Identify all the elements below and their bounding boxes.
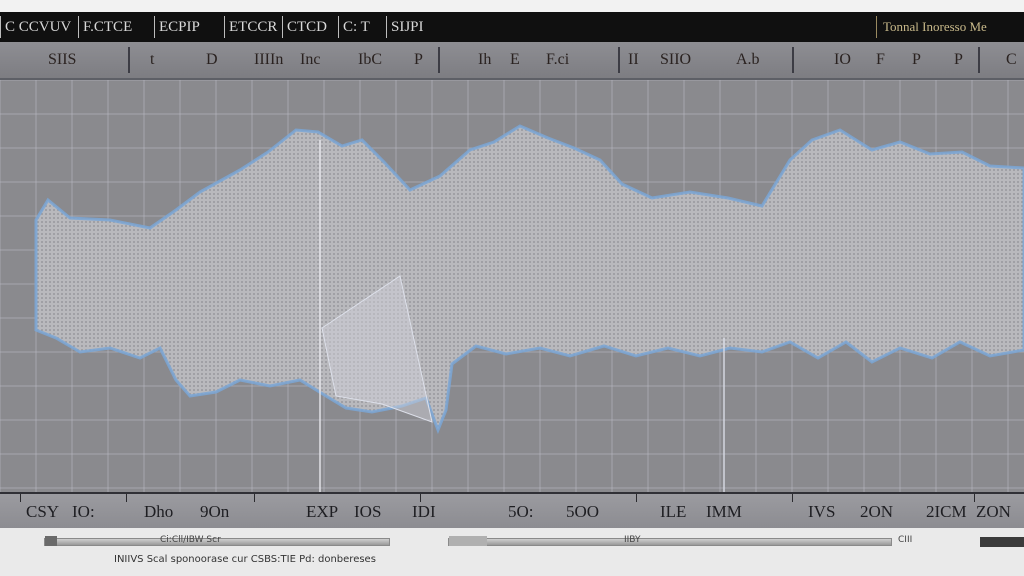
time-axis: CSY IO: Dho 9On EXP IOS IDI 5O: 5OO ILE … xyxy=(0,492,1024,528)
toolbar: SIIS t D IIIIn Inc IbC P Ih E F.ci II SI… xyxy=(0,42,1024,80)
toolbar-separator xyxy=(618,47,620,73)
scroll-end-block[interactable] xyxy=(980,537,1024,547)
axis-tick xyxy=(636,494,637,502)
axis-tick-label: ILE xyxy=(660,502,687,521)
status-text: INIIVS Scal sponoorase cur CSBS:TIE Pd: … xyxy=(114,554,376,565)
axis-tick-label: 2ON xyxy=(860,502,894,521)
toolbar-item-2[interactable]: t xyxy=(150,48,154,72)
toolbar-item-1[interactable]: SIIS xyxy=(48,48,76,72)
waveform-plot[interactable] xyxy=(0,80,1024,492)
waveform-envelope xyxy=(34,124,1024,435)
toolbar-item-6[interactable]: IbC xyxy=(358,48,382,72)
toolbar-item-3[interactable]: D xyxy=(206,48,218,72)
toolbar-item-12[interactable]: SIIO xyxy=(660,48,691,72)
status-bar: Ci:Cll/IBW Scr IIBY CIII INIIVS Scal spo… xyxy=(0,528,1024,576)
title-segment-5[interactable]: CTCD xyxy=(282,16,336,38)
axis-tick xyxy=(126,494,127,502)
toolbar-item-10[interactable]: F.ci xyxy=(546,48,569,72)
axis-tick-label: CSY xyxy=(26,502,60,521)
toolbar-item-8[interactable]: Ih xyxy=(478,48,491,72)
left-slider-label: Ci:Cll/IBW Scr xyxy=(160,535,221,545)
title-segment-7[interactable]: SIJPI xyxy=(386,16,440,38)
title-segment-2[interactable]: F.CTCE xyxy=(78,16,152,38)
right-slider-label: CIII xyxy=(898,535,913,545)
toolbar-item-5[interactable]: Inc xyxy=(300,48,320,72)
title-segment-4[interactable]: ETCCR xyxy=(224,16,280,38)
axis-tick xyxy=(254,494,255,502)
title-segment-3[interactable]: ECPIP xyxy=(154,16,222,38)
slider-handle[interactable] xyxy=(449,536,487,546)
toolbar-item-17[interactable]: P xyxy=(954,48,963,72)
toolbar-item-7[interactable]: P xyxy=(414,48,423,72)
title-bar: C CCVUV F.CTCE ECPIP ETCCR CTCD C: T SIJ… xyxy=(0,12,1024,42)
axis-tick-label: Dho xyxy=(144,502,174,521)
toolbar-item-13[interactable]: A.b xyxy=(736,48,760,72)
title-segment-6[interactable]: C: T xyxy=(338,16,384,38)
axis-tick-label: 5OO xyxy=(566,502,600,521)
toolbar-separator xyxy=(792,47,794,73)
axis-tick xyxy=(20,494,21,502)
axis-tick-label: IVS xyxy=(808,502,836,521)
axis-tick-label: 5O: xyxy=(508,502,534,521)
toolbar-separator xyxy=(128,47,130,73)
top-strip xyxy=(0,0,1024,12)
axis-tick xyxy=(420,494,421,502)
axis-tick-label: IO: xyxy=(72,502,95,521)
title-segments: C CCVUV F.CTCE ECPIP ETCCR CTCD C: T SIJ… xyxy=(0,16,440,38)
axis-tick-label: 2ICM xyxy=(926,502,967,521)
axis-tick-label: IOS xyxy=(354,502,382,521)
toolbar-separator xyxy=(438,47,440,73)
axis-tick-label: IDI xyxy=(412,502,436,521)
axis-tick xyxy=(792,494,793,502)
main-scroll-slider[interactable] xyxy=(448,536,892,546)
toolbar-item-14[interactable]: IO xyxy=(834,48,851,72)
toolbar-separator xyxy=(978,47,980,73)
toolbar-item-4[interactable]: IIIIn xyxy=(254,48,283,72)
window-title: Tonnal Inoresso Me xyxy=(876,16,1024,38)
axis-tick xyxy=(974,494,975,502)
toolbar-item-11[interactable]: II xyxy=(628,48,639,72)
axis-tick-label: IMM xyxy=(706,502,742,521)
toolbar-item-18[interactable]: C xyxy=(1006,48,1017,72)
axis-tick-label: 9On xyxy=(200,502,230,521)
axis-tick-label: EXP xyxy=(306,502,339,521)
mid-slider-label: IIBY xyxy=(624,535,641,545)
axis-tick-label: ZON xyxy=(976,502,1011,521)
toolbar-item-16[interactable]: P xyxy=(912,48,921,72)
toolbar-item-15[interactable]: F xyxy=(876,48,885,72)
slider-handle[interactable] xyxy=(45,536,57,546)
toolbar-item-9[interactable]: E xyxy=(510,48,520,72)
title-segment-1[interactable]: C CCVUV xyxy=(0,16,76,38)
waveform-canvas[interactable] xyxy=(0,80,1024,492)
